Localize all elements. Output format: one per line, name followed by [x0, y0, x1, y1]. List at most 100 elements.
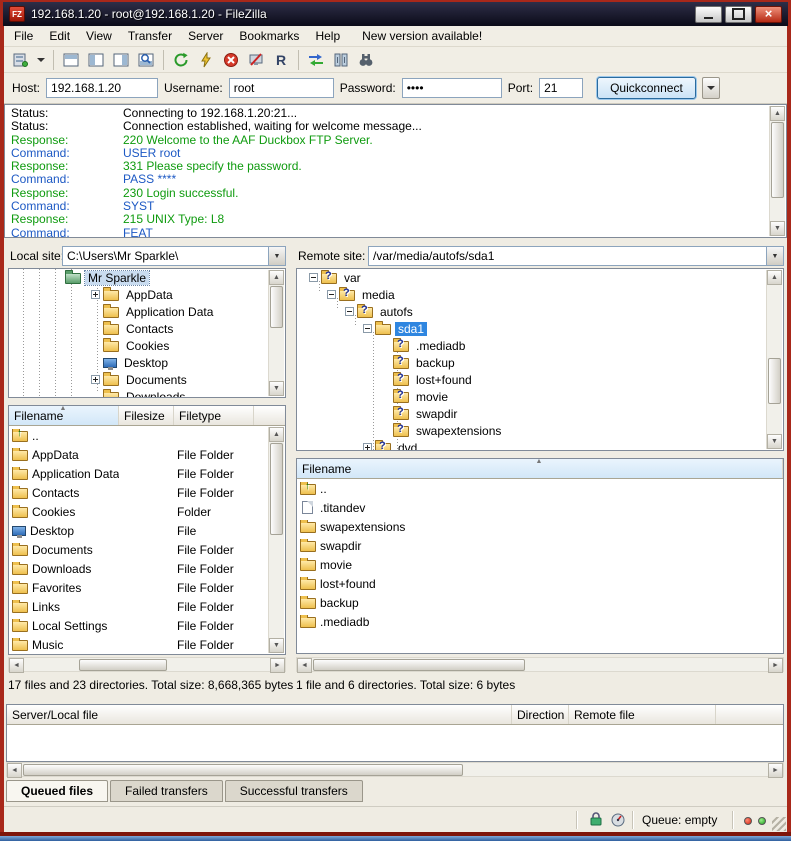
process-queue-icon[interactable]: [195, 49, 217, 71]
tree-item-downloads[interactable]: Downloads: [9, 388, 285, 398]
menu-edit[interactable]: Edit: [41, 26, 78, 47]
username-input[interactable]: [229, 78, 334, 98]
refresh-icon[interactable]: [170, 49, 192, 71]
menu-help[interactable]: Help: [307, 26, 348, 47]
tree-item-dvd[interactable]: dvd: [297, 439, 783, 451]
column-direction[interactable]: Direction: [512, 705, 569, 724]
column-filesize[interactable]: Filesize: [119, 406, 174, 425]
combo-arrow-icon[interactable]: [766, 247, 783, 265]
collapse-icon[interactable]: [309, 273, 318, 282]
maximize-button[interactable]: [725, 6, 752, 23]
remote-site-combo[interactable]: /var/media/autofs/sda1: [368, 246, 784, 266]
column-filename[interactable]: Filename: [9, 406, 119, 425]
password-input[interactable]: [402, 78, 502, 98]
file-row[interactable]: ..: [9, 426, 285, 445]
tree-item-media[interactable]: media: [297, 286, 783, 303]
tree-item-mr-sparkle[interactable]: Mr Sparkle: [9, 269, 285, 286]
file-row[interactable]: swapdir: [297, 536, 783, 555]
disconnect-icon[interactable]: [245, 49, 267, 71]
collapse-icon[interactable]: [363, 324, 372, 333]
file-row[interactable]: Local SettingsFile Folder: [9, 616, 285, 635]
tree-item-appdata[interactable]: AppData: [9, 286, 285, 303]
tree-item-contacts[interactable]: Contacts: [9, 320, 285, 337]
menu-server[interactable]: Server: [180, 26, 231, 47]
combo-arrow-icon[interactable]: [268, 247, 285, 265]
port-input[interactable]: [539, 78, 583, 98]
tree-item-swapdir[interactable]: swapdir: [297, 405, 783, 422]
cancel-icon[interactable]: [220, 49, 242, 71]
lock-icon[interactable]: [588, 811, 604, 830]
menu-file[interactable]: File: [6, 26, 41, 47]
local-site-combo[interactable]: C:\Users\Mr Sparkle\: [62, 246, 286, 266]
tree-item-backup[interactable]: backup: [297, 354, 783, 371]
file-row[interactable]: ..: [297, 479, 783, 498]
file-row[interactable]: swapextensions: [297, 517, 783, 536]
toggle-transfer-queue-icon[interactable]: [135, 49, 157, 71]
column-filename[interactable]: Filename: [297, 459, 783, 478]
file-row[interactable]: DownloadsFile Folder: [9, 559, 285, 578]
tree-item-mediadb[interactable]: .mediadb: [297, 337, 783, 354]
title-bar[interactable]: FZ 192.168.1.20 - root@192.168.1.20 - Fi…: [3, 2, 788, 26]
file-row[interactable]: Application DataFile Folder: [9, 464, 285, 483]
tree-item-lost-found[interactable]: lost+found: [297, 371, 783, 388]
reconnect-icon[interactable]: R: [270, 49, 292, 71]
tree-item-swapextensions[interactable]: swapextensions: [297, 422, 783, 439]
tree-item-cookies[interactable]: Cookies: [9, 337, 285, 354]
directory-comparison-icon[interactable]: [305, 49, 327, 71]
tree-item-movie[interactable]: movie: [297, 388, 783, 405]
host-input[interactable]: [46, 78, 158, 98]
collapse-icon[interactable]: [345, 307, 354, 316]
tree-item-application-data[interactable]: Application Data: [9, 303, 285, 320]
file-row[interactable]: lost+found: [297, 574, 783, 593]
column-remote-file[interactable]: Remote file: [569, 705, 716, 724]
menu-transfer[interactable]: Transfer: [120, 26, 180, 47]
speed-limit-icon[interactable]: [610, 811, 626, 830]
find-files-icon[interactable]: [355, 49, 377, 71]
quickconnect-button[interactable]: Quickconnect: [597, 77, 696, 99]
file-row[interactable]: backup: [297, 593, 783, 612]
local-list-scrollbar[interactable]: [268, 427, 284, 653]
file-row[interactable]: .titandev: [297, 498, 783, 517]
log-scrollbar[interactable]: [769, 106, 785, 236]
tree-item-var[interactable]: var: [297, 269, 783, 286]
toggle-local-tree-icon[interactable]: [85, 49, 107, 71]
quickconnect-dropdown[interactable]: [702, 77, 720, 99]
menu-bookmarks[interactable]: Bookmarks: [231, 26, 307, 47]
file-row[interactable]: .mediadb: [297, 612, 783, 631]
file-row[interactable]: movie: [297, 555, 783, 574]
file-row[interactable]: DesktopFile: [9, 521, 285, 540]
column-server-local-file[interactable]: Server/Local file: [7, 705, 512, 724]
expand-icon[interactable]: [363, 443, 372, 451]
tree-item-documents[interactable]: Documents: [9, 371, 285, 388]
collapse-icon[interactable]: [327, 290, 336, 299]
menu-view[interactable]: View: [78, 26, 120, 47]
remote-list-hscrollbar[interactable]: [296, 657, 784, 672]
toggle-message-log-icon[interactable]: [60, 49, 82, 71]
menu-new-version[interactable]: New version available!: [354, 26, 490, 47]
tree-item-desktop[interactable]: Desktop: [9, 354, 285, 371]
resize-grip[interactable]: [772, 817, 786, 831]
close-button[interactable]: [755, 6, 782, 23]
file-row[interactable]: CookiesFolder: [9, 502, 285, 521]
expand-icon[interactable]: [91, 290, 100, 299]
site-manager-icon[interactable]: [10, 49, 32, 71]
synchronized-browsing-icon[interactable]: [330, 49, 352, 71]
file-row[interactable]: FavoritesFile Folder: [9, 578, 285, 597]
tab-failed-transfers[interactable]: Failed transfers: [110, 780, 223, 802]
minimize-button[interactable]: [695, 6, 722, 23]
expand-icon[interactable]: [91, 375, 100, 384]
tab-successful-transfers[interactable]: Successful transfers: [225, 780, 363, 802]
toggle-remote-tree-icon[interactable]: [110, 49, 132, 71]
file-row[interactable]: DocumentsFile Folder: [9, 540, 285, 559]
queue-hscrollbar[interactable]: [6, 762, 784, 777]
tree-item-autofs[interactable]: autofs: [297, 303, 783, 320]
file-row[interactable]: AppDataFile Folder: [9, 445, 285, 464]
file-row[interactable]: LinksFile Folder: [9, 597, 285, 616]
column-filetype[interactable]: Filetype: [174, 406, 254, 425]
file-row[interactable]: MusicFile Folder: [9, 635, 285, 654]
tree-item-sda1[interactable]: sda1: [297, 320, 783, 337]
local-list-hscrollbar[interactable]: [8, 657, 286, 672]
tab-queued-files[interactable]: Queued files: [6, 780, 108, 802]
site-manager-dropdown-icon[interactable]: [35, 49, 47, 71]
file-row[interactable]: ContactsFile Folder: [9, 483, 285, 502]
